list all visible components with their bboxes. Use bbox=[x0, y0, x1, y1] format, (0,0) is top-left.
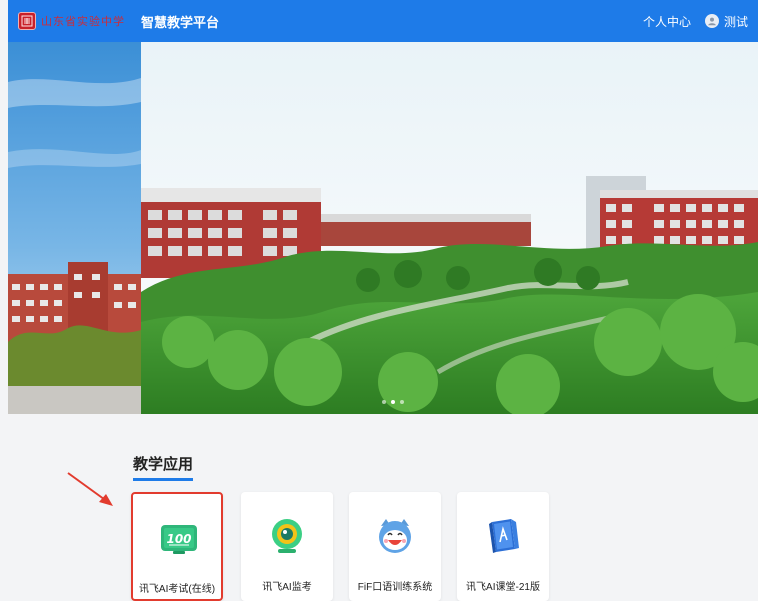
carousel-dot[interactable] bbox=[400, 400, 404, 404]
school-logo[interactable]: 山东省实验中学 bbox=[18, 12, 125, 30]
platform-title: 智慧教学平台 bbox=[141, 14, 220, 30]
top-nav-bar: 山东省实验中学 智慧教学平台 个人中心 测试 bbox=[8, 0, 758, 42]
section-title: 教学应用 bbox=[133, 455, 194, 481]
camera-icon bbox=[272, 519, 302, 553]
cartoon-face-icon bbox=[379, 519, 411, 553]
app-label: FiF口语训练系统 bbox=[357, 582, 433, 593]
campus-photo bbox=[8, 42, 758, 414]
school-name: 山东省实验中学 bbox=[41, 15, 125, 28]
avatar bbox=[705, 14, 719, 28]
app-card-ai-classroom[interactable]: 讯飞AI课堂-21版 bbox=[457, 492, 549, 601]
book-icon bbox=[489, 519, 519, 553]
user-menu[interactable]: 测试 bbox=[705, 13, 758, 30]
app-label: 讯飞AI课堂-21版 bbox=[466, 582, 540, 593]
campus-banner-carousel[interactable] bbox=[8, 42, 758, 414]
carousel-dot[interactable] bbox=[382, 400, 386, 404]
personal-center-link[interactable]: 个人中心 bbox=[643, 13, 691, 30]
carousel-dot-active[interactable] bbox=[391, 400, 395, 404]
app-card-ai-exam[interactable]: 100 讯飞AI考试(在线) bbox=[131, 492, 223, 601]
app-card-ai-proctor[interactable]: 讯飞AI监考 bbox=[241, 492, 333, 601]
user-name: 测试 bbox=[724, 14, 749, 29]
app-label: 讯飞AI监考 bbox=[262, 582, 312, 593]
school-seal-icon bbox=[18, 12, 36, 30]
app-card-fif-oral[interactable]: FiF口语训练系统 bbox=[349, 492, 441, 601]
red-arrow-icon bbox=[67, 472, 113, 506]
app-label: 讯飞AI考试(在线) bbox=[138, 584, 216, 595]
carousel-dots bbox=[382, 400, 404, 404]
svg-text:100: 100 bbox=[166, 532, 191, 546]
exam-100-icon: 100 bbox=[161, 525, 197, 554]
